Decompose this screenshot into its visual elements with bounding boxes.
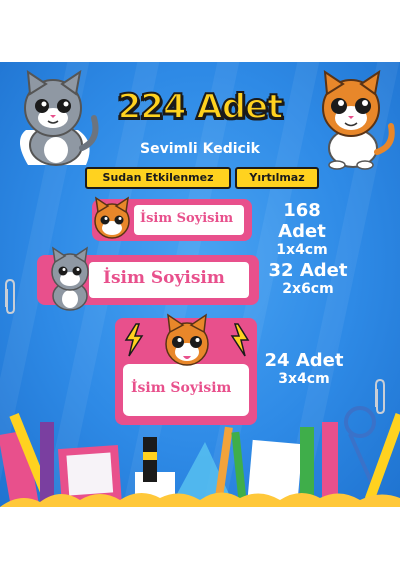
badge-tearproof: Yırtılmaz bbox=[235, 167, 319, 189]
count-size: 3x4cm bbox=[278, 371, 330, 387]
orange-cat-icon bbox=[94, 196, 130, 239]
count-size: 1x4cm bbox=[276, 242, 328, 258]
product-subtitle: Sevimli Kedicik bbox=[140, 141, 260, 157]
count-size: 2x6cm bbox=[282, 281, 334, 297]
badge-waterproof: Sudan Etkilenmez bbox=[85, 167, 231, 189]
orange-cat-icon bbox=[165, 313, 209, 366]
product-title: 224 Adet bbox=[117, 86, 285, 128]
label-name: İsim Soyisim bbox=[103, 268, 225, 288]
gray-cat-icon bbox=[51, 246, 89, 311]
lightning-icon bbox=[230, 323, 250, 357]
label-count: 168 Adet 1x4cm bbox=[260, 200, 344, 258]
count-amount: 32 Adet bbox=[268, 260, 348, 281]
label-name: İsim Soyisim bbox=[140, 211, 234, 226]
count-amount: 168 Adet bbox=[278, 200, 326, 242]
count-amount: 24 Adet bbox=[264, 350, 344, 371]
lightning-icon bbox=[124, 323, 144, 357]
school-supplies-icon bbox=[0, 406, 400, 507]
product-banner: 224 Adet Sevimli Kedicik Sudan Etkilenme… bbox=[0, 62, 400, 507]
label-count: 32 Adet 2x6cm bbox=[266, 260, 350, 297]
paperclip-icon bbox=[5, 278, 15, 315]
label-count: 24 Adet 3x4cm bbox=[262, 350, 346, 387]
